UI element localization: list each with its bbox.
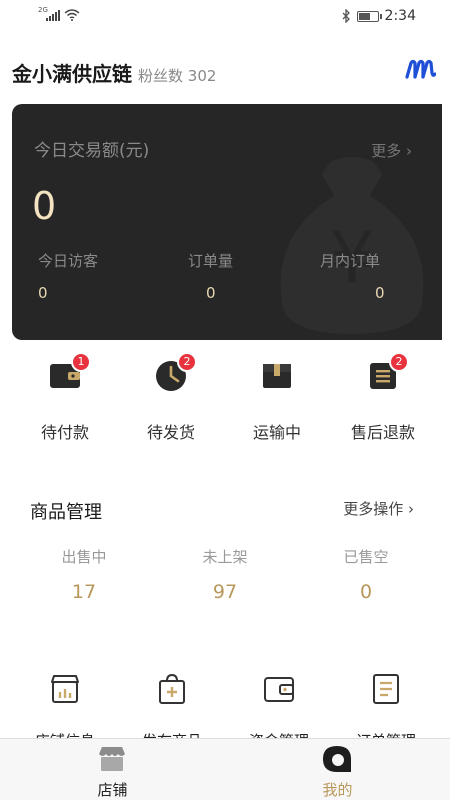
tab-mine[interactable]: 我的 bbox=[225, 739, 450, 800]
product-management-title: 商品管理 bbox=[30, 502, 102, 523]
shop-tab-icon bbox=[99, 747, 125, 771]
dashboard-more-link[interactable]: 更多 › bbox=[371, 140, 412, 161]
order-pending-shipment[interactable]: 2 待发货 bbox=[121, 352, 221, 444]
product-stat-not-listed[interactable]: 未上架 97 bbox=[165, 546, 285, 603]
signal-area: 2G bbox=[38, 6, 80, 21]
shopping-bag-plus-icon bbox=[159, 673, 185, 704]
store-icon bbox=[51, 675, 79, 703]
tool-order-management[interactable]: 订单管理 bbox=[331, 668, 441, 750]
product-stat-label: 出售中 bbox=[61, 548, 107, 566]
bottom-tab-bar: 店铺 我的 bbox=[0, 738, 450, 800]
wifi-icon bbox=[64, 9, 80, 21]
more-operations-link[interactable]: 更多操作 › bbox=[343, 498, 414, 519]
shop-name: 金小满供应链 bbox=[12, 62, 132, 86]
brand-m-logo[interactable] bbox=[404, 58, 436, 80]
order-badge: 2 bbox=[389, 352, 409, 372]
product-stat-label: 未上架 bbox=[202, 548, 248, 566]
bluetooth-icon bbox=[342, 9, 350, 23]
wallet-outline-icon bbox=[264, 677, 294, 702]
order-badge: 1 bbox=[71, 352, 91, 372]
shop-header: 金小满供应链 粉丝数 302 bbox=[12, 58, 438, 88]
stat-label-orders: 订单量 bbox=[188, 252, 234, 270]
tool-publish-product[interactable]: 发布商品 bbox=[117, 668, 227, 750]
product-stat-value: 17 bbox=[71, 581, 97, 603]
today-sales-amount: 0 bbox=[32, 184, 57, 228]
stat-value-orders: 0 bbox=[206, 284, 216, 302]
today-sales-title: 今日交易额(元) bbox=[34, 141, 150, 161]
status-bar: 2G 2:34 bbox=[0, 0, 450, 34]
fans-info: 粉丝数 302 bbox=[138, 65, 216, 86]
stat-label-monthly-orders: 月内订单 bbox=[320, 252, 381, 270]
profile-tab-icon bbox=[323, 746, 351, 772]
stat-label-visitors: 今日访客 bbox=[38, 252, 99, 270]
fans-label: 粉丝数 bbox=[138, 67, 184, 85]
signal-icon bbox=[46, 9, 60, 21]
tool-store-info[interactable]: 店铺信息 bbox=[10, 668, 120, 750]
order-badge: 2 bbox=[177, 352, 197, 372]
status-right: 2:34 bbox=[342, 8, 416, 24]
order-pending-payment[interactable]: 1 待付款 bbox=[15, 352, 115, 444]
stat-value-monthly-orders: 0 bbox=[375, 284, 385, 302]
tab-shop[interactable]: 店铺 bbox=[0, 739, 225, 800]
order-label: 待发货 bbox=[146, 423, 195, 442]
tool-fund-management[interactable]: 资金管理 bbox=[224, 668, 334, 750]
order-label: 运输中 bbox=[252, 423, 301, 442]
network-type: 2G bbox=[38, 6, 48, 14]
order-label: 待付款 bbox=[40, 423, 89, 442]
order-label: 售后退款 bbox=[350, 423, 415, 442]
product-stat-value: 0 bbox=[359, 581, 373, 603]
product-stat-value: 97 bbox=[212, 581, 238, 603]
order-after-sales-refund[interactable]: 2 售后退款 bbox=[333, 352, 433, 444]
money-bag-icon: ¥ bbox=[280, 157, 424, 334]
order-in-transit[interactable]: 运输中 bbox=[227, 352, 327, 444]
tab-label: 店铺 bbox=[97, 781, 128, 799]
fans-count: 302 bbox=[187, 67, 217, 85]
tab-label: 我的 bbox=[322, 781, 353, 799]
status-time: 2:34 bbox=[384, 8, 416, 24]
product-stat-on-sale[interactable]: 出售中 17 bbox=[24, 546, 144, 603]
battery-icon bbox=[356, 10, 382, 22]
box-icon bbox=[263, 364, 291, 388]
product-stat-sold-out[interactable]: 已售空 0 bbox=[306, 546, 426, 603]
order-list-icon bbox=[373, 674, 399, 704]
today-sales-card[interactable]: ¥ 今日交易额(元) 更多 › 0 今日访客 订单量 月内订单 0 0 0 bbox=[12, 104, 442, 340]
product-stat-label: 已售空 bbox=[343, 548, 389, 566]
stat-value-visitors: 0 bbox=[38, 284, 48, 302]
